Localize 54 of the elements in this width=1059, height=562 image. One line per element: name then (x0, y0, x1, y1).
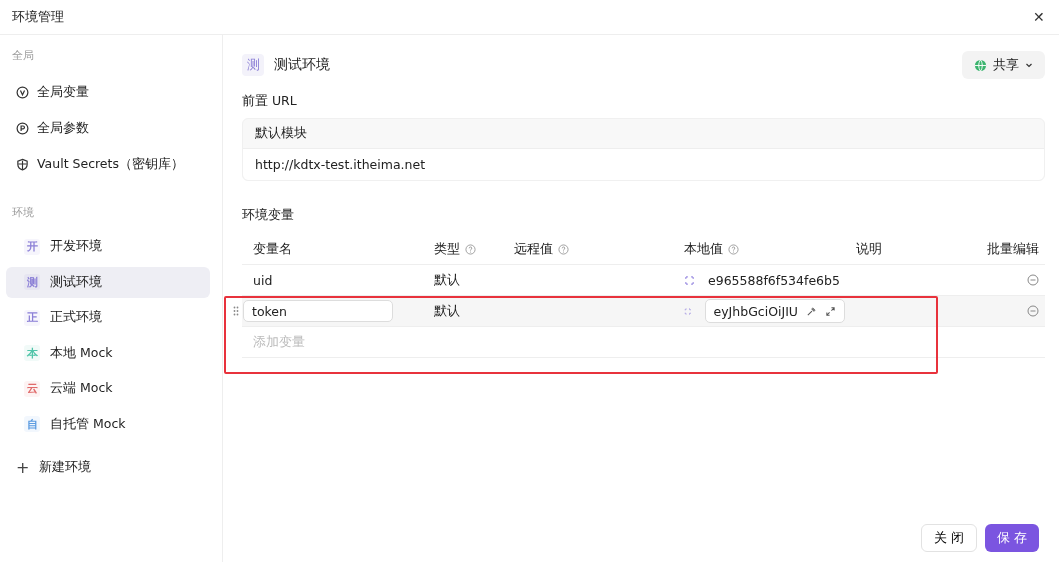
environment-badge: 开 (24, 238, 40, 255)
environment-name: 测试环境 (274, 56, 331, 74)
section-heading: 环境 (11, 205, 35, 221)
help-icon (558, 243, 569, 255)
remove-icon[interactable] (1027, 305, 1039, 317)
environment-item[interactable]: 开 开发环境 (6, 231, 210, 262)
table-cell: 默认 (434, 271, 460, 289)
column-header: 说明 (856, 240, 882, 258)
environment-badge: 正 (24, 309, 40, 326)
link-icon[interactable] (684, 274, 695, 286)
sidebar-item[interactable]: 全局变量 (6, 74, 99, 110)
name-input[interactable]: token (243, 300, 393, 322)
section-heading: 全局 (11, 48, 35, 64)
caret-icon (1025, 61, 1033, 69)
close-button[interactable]: ✕ (1029, 9, 1049, 25)
table-cell: uid (253, 272, 273, 288)
share-button[interactable]: 共享 (962, 51, 1045, 79)
environment-item[interactable]: 本 本地 Mock (6, 337, 210, 369)
environment-badge: 测 (242, 54, 264, 76)
environment-badge: 测 (24, 274, 40, 290)
url-field[interactable]: http://kdtx-test.itheima.net (243, 149, 1044, 180)
column-header: 远程值 (514, 240, 553, 258)
environment-badge: 本 (24, 345, 40, 361)
section-label: 环境变量 (242, 207, 295, 224)
environment-badge: 自 (24, 416, 40, 432)
sidebar-item[interactable]: 全局参数 (6, 110, 99, 146)
section-label: 前置 URL (242, 93, 298, 110)
link-icon[interactable] (684, 305, 692, 317)
environment-item[interactable]: 正 正式环境 (6, 302, 210, 333)
window-title: 环境管理 (12, 8, 64, 26)
save-button[interactable]: 保 存 (985, 524, 1039, 552)
globe-icon (974, 58, 987, 72)
remove-icon[interactable] (1027, 274, 1039, 286)
expand-icon[interactable] (825, 305, 836, 317)
close-button[interactable]: 关 闭 (921, 524, 977, 552)
drag-handle-icon[interactable] (233, 306, 239, 316)
environment-item[interactable]: 测 测试环境 (6, 266, 210, 298)
table-cell: e965588f6f534fe6b5 (708, 272, 840, 288)
help-icon (465, 243, 476, 255)
column-header: 变量名 (253, 240, 292, 258)
p-circle-icon (16, 121, 29, 135)
new-environment-button[interactable]: + 新建环境 (6, 454, 102, 481)
shield-icon (16, 157, 29, 171)
table-cell: 默认 (434, 302, 460, 320)
v-circle-icon (16, 85, 29, 99)
environment-item[interactable]: 自 自托管 Mock (6, 408, 210, 440)
column-header: 本地值 (684, 240, 723, 258)
value-input[interactable]: eyJhbGciOiJIU (704, 299, 845, 323)
environment-item[interactable]: 云 云端 Mock (6, 373, 210, 404)
sidebar-item[interactable]: Vault Secrets（密钥库） (6, 146, 194, 182)
environment-badge: 云 (24, 380, 40, 397)
help-icon (728, 243, 739, 255)
column-header: 类型 (434, 240, 460, 258)
column-header: 批量编辑 (987, 240, 1039, 258)
